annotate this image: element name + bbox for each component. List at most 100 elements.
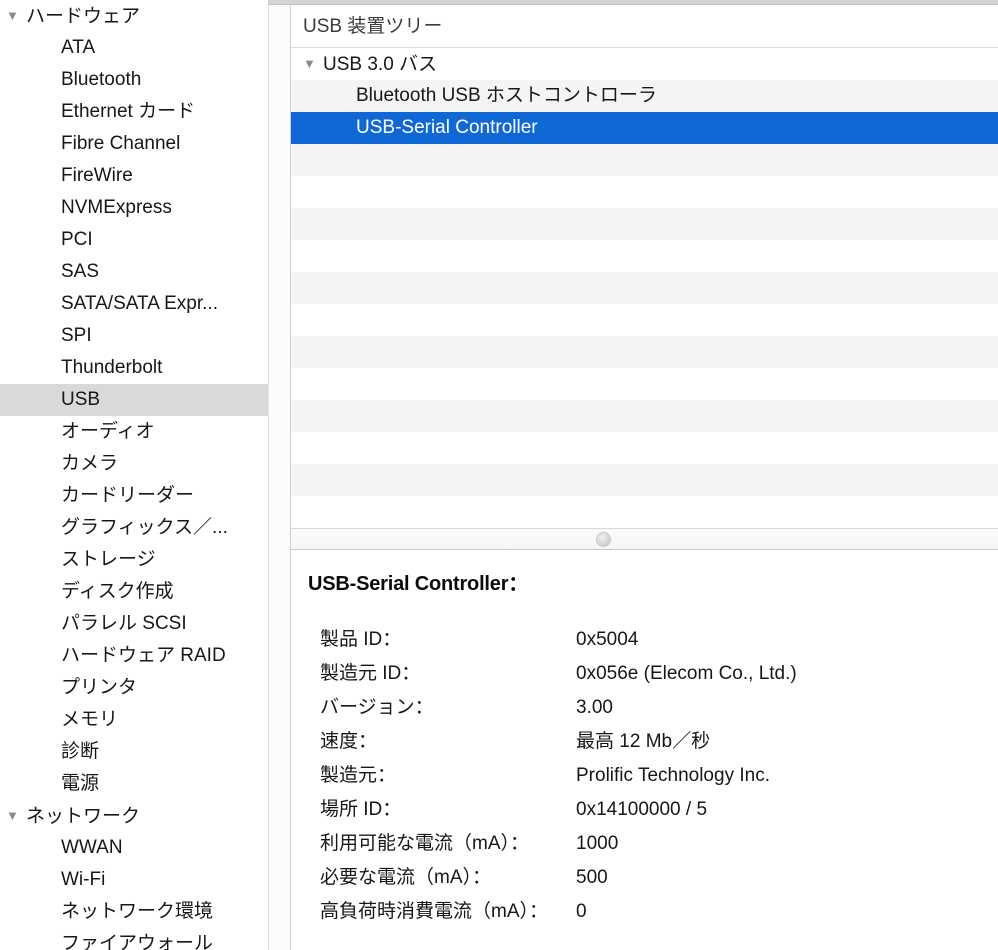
device-property-key: 必要な電流（mA）： — [320, 867, 492, 888]
sidebar-item-ネットワーク環境[interactable]: ネットワーク環境 — [0, 896, 268, 928]
sidebar-item-WWAN[interactable]: WWAN — [0, 832, 268, 864]
sidebar-item-label: グラフィックス／... — [61, 517, 228, 538]
device-property-value: Prolific Technology Inc. — [576, 765, 770, 786]
tree-empty-row — [291, 144, 998, 176]
sidebar-item-ストレージ[interactable]: ストレージ — [0, 544, 268, 576]
tree-empty-row — [291, 304, 998, 336]
sidebar-group-label: ハードウェア — [26, 6, 141, 27]
sidebar-item-カメラ[interactable]: カメラ — [0, 448, 268, 480]
tree-row[interactable]: Bluetooth USB ホストコントローラ — [291, 80, 998, 112]
device-property-key: 製造元 ID： — [320, 663, 421, 684]
tree-empty-row — [291, 240, 998, 272]
sidebar-item-ファイアウォール[interactable]: ファイアウォール — [0, 928, 268, 950]
sidebar-item-プリンタ[interactable]: プリンタ — [0, 672, 268, 704]
device-property-value: 0x5004 — [576, 629, 639, 650]
sidebar-item-label: ディスク作成 — [61, 581, 174, 602]
device-property-value: 0 — [576, 901, 587, 922]
tree-empty-row — [291, 336, 998, 368]
sidebar-item-カードリーダー[interactable]: カードリーダー — [0, 480, 268, 512]
detail-pane: USB 装置ツリー ▼ USB 3.0 バス Bluetooth USB ホストコン… — [290, 5, 998, 950]
tree-row[interactable]: USB-Serial Controller — [291, 112, 998, 144]
sidebar-item-電源[interactable]: 電源 — [0, 768, 268, 800]
chevron-down-icon[interactable]: ▼ — [6, 800, 22, 832]
sidebar-item-SAS[interactable]: SAS — [0, 256, 268, 288]
sidebar-item-label: WWAN — [61, 837, 123, 858]
sidebar-item-SPI[interactable]: SPI — [0, 320, 268, 352]
sidebar-scrollbar-track[interactable] — [268, 5, 557, 950]
sidebar-item-label: NVMExpress — [61, 197, 172, 218]
sidebar-item-パラレル SCSI[interactable]: パラレル SCSI — [0, 608, 268, 640]
tree-row-label: USB-Serial Controller — [356, 117, 538, 138]
sidebar-item-label: Wi-Fi — [61, 869, 106, 890]
usb-device-tree[interactable]: ▼ USB 3.0 バス Bluetooth USB ホストコントローラ USB-Se… — [291, 48, 998, 528]
sidebar-item-NVMExpress[interactable]: NVMExpress — [0, 192, 268, 224]
device-detail-title: USB-Serial Controller： — [308, 573, 529, 595]
sidebar-item-USB[interactable]: USB — [0, 384, 268, 416]
pane-splitter[interactable] — [291, 528, 998, 550]
sidebar-item-label: Fibre Channel — [61, 133, 181, 154]
category-sidebar[interactable]: ▼ ハードウェア ATA Bluetooth Ethernet カード Fibre Cha… — [0, 0, 268, 950]
device-property-row: 速度： 最高 12 Mb／秒 — [308, 728, 797, 762]
splitter-grabber-dot[interactable] — [597, 533, 610, 546]
device-property-key: 製品 ID： — [320, 629, 402, 650]
sidebar-item-SATA/SATA Expr...[interactable]: SATA/SATA Expr... — [0, 288, 268, 320]
sidebar-item-label: ファイアウォール — [61, 933, 214, 950]
tree-row[interactable]: ▼ USB 3.0 バス — [291, 48, 998, 80]
sidebar-item-診断[interactable]: 診断 — [0, 736, 268, 768]
sidebar-item-メモリ[interactable]: メモリ — [0, 704, 268, 736]
chevron-down-icon[interactable]: ▼ — [6, 0, 22, 32]
sidebar-group-hardware[interactable]: ▼ ハードウェア — [0, 0, 268, 32]
device-detail-section: USB-Serial Controller： 製品 ID： 0x5004 製造元 I… — [291, 550, 998, 950]
sidebar-item-label: SATA/SATA Expr... — [61, 293, 218, 314]
sidebar-item-PCI[interactable]: PCI — [0, 224, 268, 256]
device-property-row: 製造元： Prolific Technology Inc. — [308, 762, 797, 796]
sidebar-item-label: プリンタ — [61, 677, 138, 698]
sidebar-item-label: SPI — [61, 325, 92, 346]
sidebar-item-label: PCI — [61, 229, 93, 250]
page-title: USB 装置ツリー — [303, 16, 443, 37]
device-property-key: 場所 ID： — [320, 799, 402, 820]
device-property-row: 必要な電流（mA）： 500 — [308, 864, 797, 898]
sidebar-item-オーディオ[interactable]: オーディオ — [0, 416, 268, 448]
sidebar-item-ハードウェア RAID[interactable]: ハードウェア RAID — [0, 640, 268, 672]
usb-device-tree-list[interactable]: ▼ USB 3.0 バス Bluetooth USB ホストコントローラ USB-Se… — [291, 48, 998, 496]
device-property-value: 3.00 — [576, 697, 613, 718]
device-property-value: 0x14100000 / 5 — [576, 799, 708, 820]
sidebar-item-label: ハードウェア RAID — [61, 645, 226, 666]
sidebar-item-Wi-Fi[interactable]: Wi-Fi — [0, 864, 268, 896]
sidebar-item-label: SAS — [61, 261, 100, 282]
sidebar-item-label: 電源 — [61, 773, 100, 794]
sidebar-item-label: メモリ — [61, 709, 119, 730]
sidebar-item-Fibre Channel[interactable]: Fibre Channel — [0, 128, 268, 160]
sidebar-list[interactable]: ▼ ハードウェア ATA Bluetooth Ethernet カード Fibre Cha… — [0, 0, 268, 950]
sidebar-item-label: オーディオ — [61, 421, 155, 442]
device-property-row: 利用可能な電流（mA）： 1000 — [308, 830, 797, 864]
sidebar-item-グラフィックス／...[interactable]: グラフィックス／... — [0, 512, 268, 544]
sidebar-group-network[interactable]: ▼ ネットワーク — [0, 800, 268, 832]
device-property-row: 製造元 ID： 0x056e (Elecom Co., Ltd.) — [308, 660, 797, 694]
device-property-row: バージョン： 3.00 — [308, 694, 797, 728]
sidebar-item-ATA[interactable]: ATA — [0, 32, 268, 64]
sidebar-item-label: USB — [61, 389, 101, 410]
sidebar-item-Bluetooth[interactable]: Bluetooth — [0, 64, 268, 96]
device-property-key: 製造元： — [320, 765, 397, 786]
sidebar-item-label: ストレージ — [61, 549, 156, 570]
system-information-window: ▼ ハードウェア ATA Bluetooth Ethernet カード Fibre Cha… — [0, 0, 998, 950]
sidebar-item-ディスク作成[interactable]: ディスク作成 — [0, 576, 268, 608]
device-property-key: 速度： — [320, 731, 378, 752]
device-property-value: 0x056e (Elecom Co., Ltd.) — [576, 663, 797, 684]
tree-row-label: USB 3.0 バス — [323, 54, 438, 75]
sidebar-item-label: Ethernet カード — [61, 101, 196, 122]
sidebar-item-Ethernet カード[interactable]: Ethernet カード — [0, 96, 268, 128]
sidebar-item-label: Thunderbolt — [61, 357, 163, 378]
tree-empty-row — [291, 272, 998, 304]
sidebar-item-FireWire[interactable]: FireWire — [0, 160, 268, 192]
tree-empty-row — [291, 208, 998, 240]
device-property-row: 製品 ID： 0x5004 — [308, 626, 797, 660]
tree-empty-row — [291, 368, 998, 400]
device-properties-table: 製品 ID： 0x5004 製造元 ID： 0x056e (Elecom Co., L… — [308, 626, 797, 932]
tree-empty-row — [291, 400, 998, 432]
sidebar-item-Thunderbolt[interactable]: Thunderbolt — [0, 352, 268, 384]
device-property-row: 場所 ID： 0x14100000 / 5 — [308, 796, 797, 830]
chevron-down-icon[interactable]: ▼ — [303, 48, 319, 80]
